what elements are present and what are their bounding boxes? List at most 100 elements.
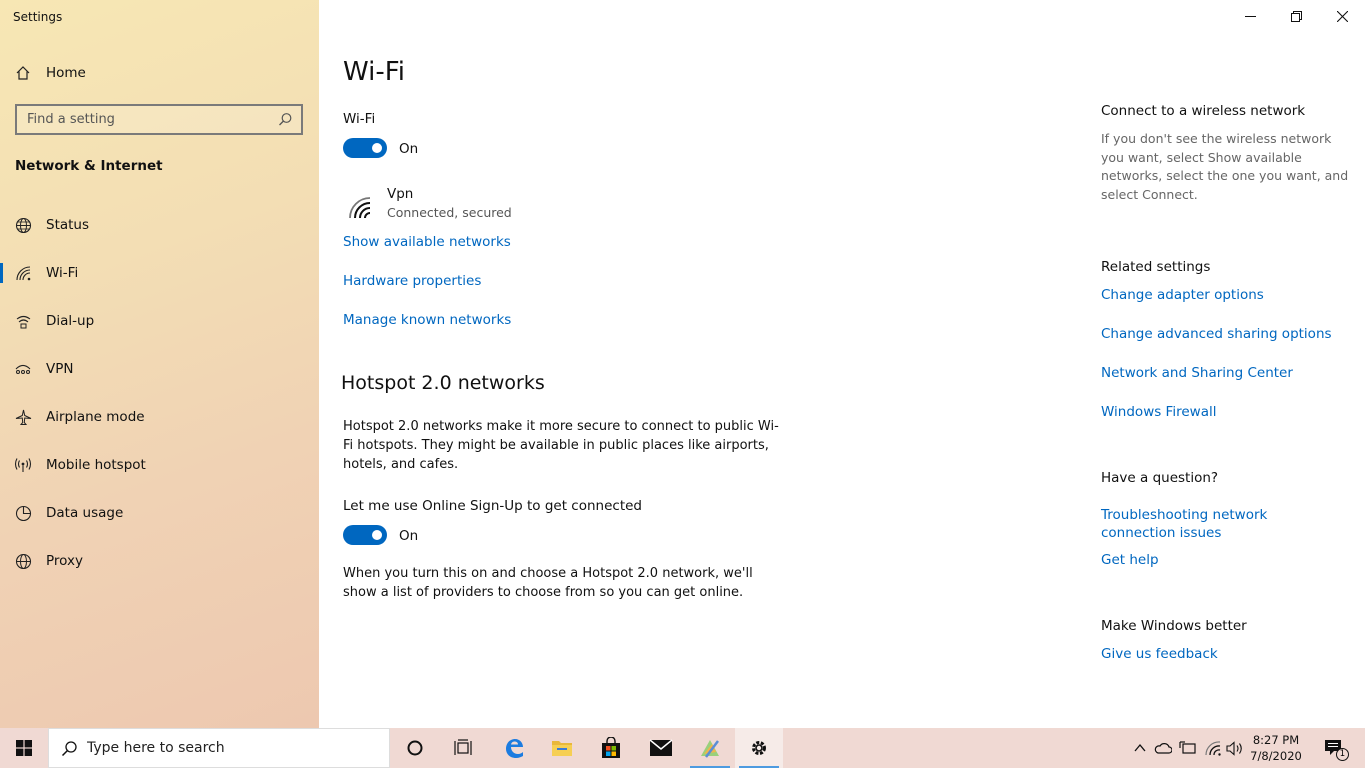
mail-button[interactable] (637, 728, 685, 768)
sidebar-item-label: VPN (46, 361, 74, 377)
sidebar: Settings Home Network & Internet Status … (0, 0, 319, 728)
taskbar-search-input[interactable] (87, 740, 377, 756)
question-heading: Have a question? (1101, 470, 1219, 486)
sidebar-item-home[interactable]: Home (0, 53, 319, 93)
sidebar-item-mobile-hotspot[interactable]: Mobile hotspot (0, 445, 319, 485)
search-icon[interactable] (278, 112, 293, 131)
speaker-icon (1226, 740, 1242, 756)
action-center-button[interactable]: 1 (1323, 739, 1349, 761)
section-title: Network & Internet (15, 158, 163, 174)
settings-app-button[interactable] (735, 728, 783, 768)
folder-icon (552, 741, 572, 756)
wifi-toggle-label: Wi-Fi (343, 111, 376, 127)
start-button[interactable] (0, 728, 48, 768)
connect-wireless-heading: Connect to a wireless network (1101, 103, 1306, 119)
make-windows-better-heading: Make Windows better (1101, 618, 1247, 634)
change-adapter-options-link[interactable]: Change adapter options (1101, 286, 1351, 304)
chevron-up-icon (1134, 743, 1146, 752)
file-explorer-button[interactable] (538, 728, 586, 768)
cortana-button[interactable] (391, 728, 439, 768)
restore-button[interactable] (1273, 0, 1319, 32)
network-tray-button[interactable] (1204, 739, 1222, 757)
hotspot-description: Hotspot 2.0 networks make it more secure… (343, 419, 779, 472)
hardware-properties-link[interactable]: Hardware properties (343, 273, 481, 289)
online-signup-toggle[interactable] (343, 525, 387, 545)
paint-icon (701, 740, 719, 758)
change-advanced-sharing-link[interactable]: Change advanced sharing options (1101, 325, 1351, 343)
hotspot-icon (14, 456, 32, 474)
troubleshooting-link[interactable]: Troubleshooting network connection issue… (1101, 506, 1341, 542)
task-view-icon (454, 739, 472, 755)
data-usage-icon (14, 504, 32, 522)
wifi-toggle[interactable] (343, 138, 387, 158)
sidebar-item-airplane-mode[interactable]: Airplane mode (0, 397, 319, 437)
network-name[interactable]: Vpn (387, 186, 413, 202)
sidebar-item-wifi[interactable]: Wi-Fi (0, 253, 319, 293)
clock-time: 8:27 PM (1252, 733, 1300, 747)
network-status: Connected, secured (387, 205, 512, 220)
minimize-button[interactable] (1227, 0, 1273, 32)
wifi-toggle-state: On (399, 141, 419, 157)
hotspot-footnote: When you turn this on and choose a Hotsp… (343, 566, 753, 600)
sidebar-item-label: Mobile hotspot (46, 457, 146, 473)
toggle-knob (372, 530, 382, 540)
search-icon (61, 740, 78, 761)
related-settings-heading: Related settings (1101, 259, 1211, 275)
windows-firewall-link[interactable]: Windows Firewall (1101, 403, 1351, 421)
signup-toggle-state: On (399, 528, 419, 544)
page-title: Wi-Fi (343, 57, 406, 87)
globe-icon (14, 216, 32, 234)
sidebar-item-label: Status (46, 217, 90, 233)
notification-count-badge: 1 (1336, 748, 1349, 761)
windows-logo-icon (16, 740, 32, 756)
wifi-icon (14, 264, 32, 282)
globe-icon (14, 552, 32, 570)
sidebar-item-status[interactable]: Status (0, 205, 319, 245)
airplane-icon (14, 408, 32, 426)
main-content: Wi-Fi Wi-Fi On Vpn Connected, secured Sh… (319, 0, 1365, 728)
show-hidden-icons-button[interactable] (1131, 739, 1149, 757)
active-indicator (0, 263, 3, 283)
signup-toggle-label: Let me use Online Sign-Up to get connect… (343, 498, 642, 514)
show-available-networks-link[interactable]: Show available networks (343, 234, 511, 250)
edge-button[interactable] (490, 728, 538, 768)
network-sharing-center-link[interactable]: Network and Sharing Center (1101, 364, 1351, 382)
taskbar-search-box[interactable] (48, 728, 390, 768)
store-button[interactable] (587, 728, 635, 768)
app-title: Settings (13, 10, 63, 24)
taskbar: 8:27 PM 7/8/2020 1 (0, 728, 1365, 768)
manage-known-networks-link[interactable]: Manage known networks (343, 312, 511, 328)
device-tray-button[interactable] (1179, 739, 1197, 757)
hotspot-section-title: Hotspot 2.0 networks (341, 372, 545, 394)
find-setting-box[interactable] (15, 104, 303, 135)
connect-wireless-text: If you don't see the wireless network yo… (1101, 131, 1349, 202)
cortana-icon (407, 740, 423, 756)
give-feedback-link[interactable]: Give us feedback (1101, 645, 1351, 663)
onedrive-tray-button[interactable] (1154, 739, 1172, 757)
task-view-button[interactable] (439, 728, 487, 768)
home-icon (14, 64, 32, 82)
sidebar-item-data-usage[interactable]: Data usage (0, 493, 319, 533)
sidebar-item-dialup[interactable]: Dial-up (0, 301, 319, 341)
network-signal-icon (347, 193, 377, 221)
get-help-link[interactable]: Get help (1101, 551, 1351, 569)
sidebar-item-label: Home (46, 65, 86, 81)
clock-date: 7/8/2020 (1250, 749, 1302, 763)
sidebar-item-proxy[interactable]: Proxy (0, 541, 319, 581)
sidebar-item-vpn[interactable]: VPN (0, 349, 319, 389)
close-button[interactable] (1319, 0, 1365, 32)
taskbar-clock[interactable]: 8:27 PM 7/8/2020 (1248, 732, 1304, 764)
sidebar-item-label: Proxy (46, 553, 83, 569)
paint-app-button[interactable] (686, 728, 734, 768)
toggle-knob (372, 143, 382, 153)
sidebar-item-label: Airplane mode (46, 409, 145, 425)
sidebar-item-label: Wi-Fi (46, 265, 79, 281)
store-icon (602, 737, 620, 758)
wifi-icon (1204, 740, 1221, 756)
edge-icon (506, 739, 523, 758)
mail-icon (649, 739, 673, 756)
volume-tray-button[interactable] (1226, 739, 1244, 757)
cloud-icon (1154, 743, 1172, 754)
find-setting-input[interactable] (27, 112, 267, 127)
gear-icon (752, 741, 766, 755)
